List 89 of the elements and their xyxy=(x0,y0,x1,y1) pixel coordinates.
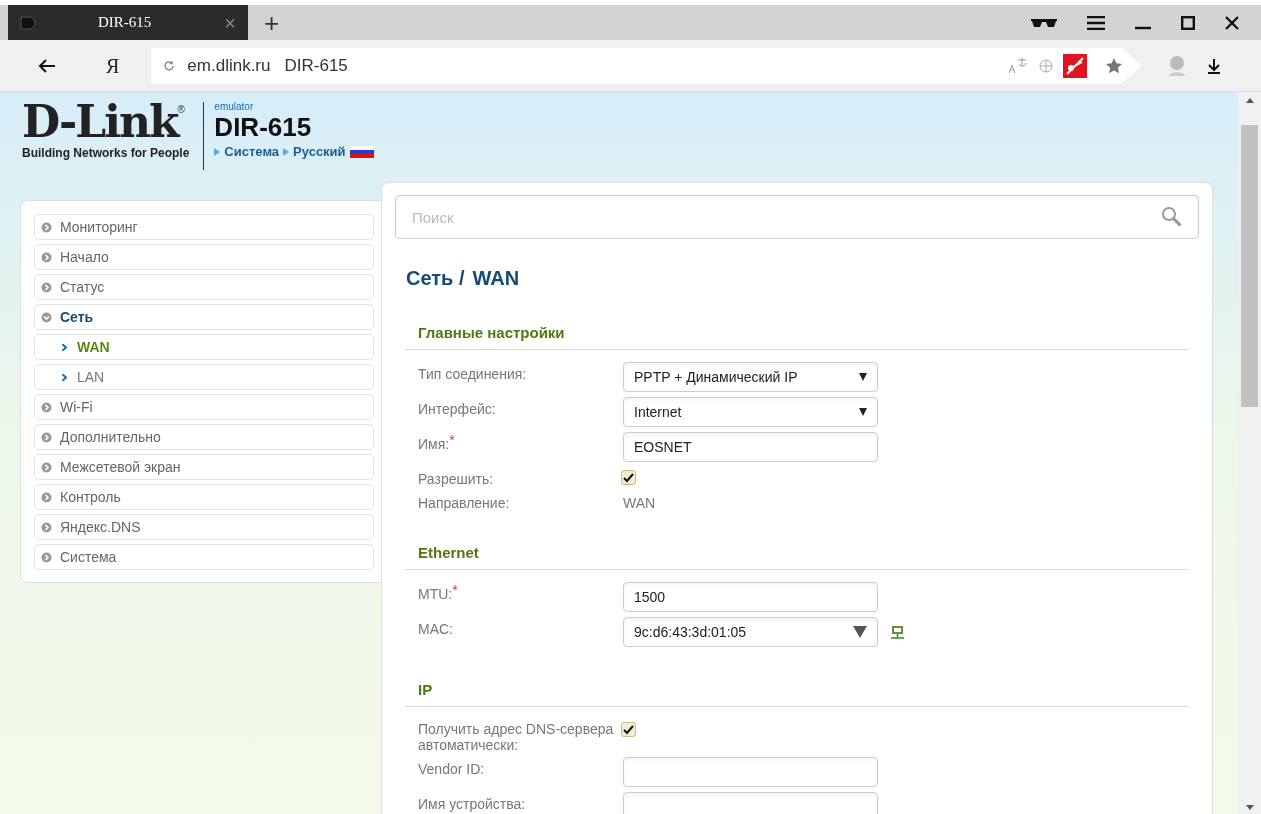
checkmark-icon xyxy=(623,724,634,735)
new-tab-button[interactable]: + xyxy=(260,5,284,40)
field-label: Имя устройства: xyxy=(418,795,526,812)
browser-logo[interactable]: Я xyxy=(106,50,120,81)
select-field[interactable]: PPTP + Динамический IP xyxy=(623,362,878,392)
breadcrumb-arrow-icon xyxy=(283,147,290,156)
sidebar-item[interactable]: Начало xyxy=(34,244,374,270)
field-value: WAN xyxy=(623,494,656,513)
expand-icon xyxy=(41,251,52,263)
sidebar-subitem[interactable]: LAN xyxy=(34,364,374,390)
breadcrumb-arrow-icon xyxy=(214,147,221,156)
checkbox[interactable] xyxy=(621,722,636,737)
scroll-thumb[interactable] xyxy=(1241,125,1258,407)
input-field[interactable]: 1500 xyxy=(623,582,878,612)
chevron-icon xyxy=(62,373,67,381)
site-logo-icon xyxy=(20,15,38,30)
star-icon[interactable] xyxy=(1105,56,1124,75)
back-arrow-icon[interactable] xyxy=(38,58,56,73)
sidebar-item[interactable]: Дополнительно xyxy=(34,424,374,450)
collapse-icon xyxy=(41,311,52,323)
required-asterisk: * xyxy=(449,432,455,448)
expand-icon xyxy=(41,461,52,473)
field-label: Интерфейс: xyxy=(418,400,496,417)
expand-icon xyxy=(41,221,52,233)
flag-icon[interactable] xyxy=(349,145,374,158)
field-label: Разрешить: xyxy=(418,470,494,487)
checkbox[interactable] xyxy=(621,470,636,485)
sidebar-item[interactable]: Мониторинг xyxy=(34,214,374,240)
glasses-icon[interactable] xyxy=(1031,17,1057,28)
section-heading: Ethernet xyxy=(417,544,479,561)
sidebar-item[interactable]: Контроль xyxy=(34,484,374,510)
dropdown-arrow-icon xyxy=(859,408,867,416)
sidebar-item[interactable]: Wi-Fi xyxy=(34,394,374,420)
dropdown-arrow-icon xyxy=(859,373,867,381)
field-label: Тип соединения: xyxy=(418,365,527,382)
key-icon[interactable] xyxy=(1063,53,1088,78)
expand-icon xyxy=(41,431,52,443)
select-field[interactable]: Internet xyxy=(623,397,878,427)
breadcrumb-link[interactable]: Русский xyxy=(293,142,346,162)
reload-icon[interactable] xyxy=(163,59,176,72)
checkmark-icon xyxy=(623,472,634,483)
dropdown-arrow-icon xyxy=(853,626,867,638)
input-field[interactable] xyxy=(623,757,878,787)
field-label: MTU: xyxy=(418,586,453,602)
expand-icon xyxy=(41,401,52,413)
expand-icon xyxy=(41,521,52,533)
url-host: em.dlink.ru xyxy=(187,54,271,77)
expand-icon xyxy=(41,491,52,503)
download-icon[interactable] xyxy=(1207,57,1222,74)
page-title-section: Сеть / xyxy=(406,263,465,293)
field-label: Имя: xyxy=(418,436,450,452)
expand-icon xyxy=(41,281,52,293)
scroll-down-icon[interactable] xyxy=(1245,805,1254,810)
search-icon[interactable] xyxy=(1161,206,1183,228)
field-label: Получить адрес DNS-сервера автоматически: xyxy=(418,720,615,753)
input-field[interactable] xyxy=(623,792,878,814)
expand-icon xyxy=(41,551,52,563)
field-label: Vendor ID: xyxy=(418,760,485,777)
network-device-icon[interactable] xyxy=(890,625,905,639)
sidebar-item[interactable]: Статус xyxy=(34,274,374,300)
scroll-up-icon[interactable] xyxy=(1245,98,1254,103)
tagline: Building Networks for People xyxy=(22,145,190,162)
emulator-label: emulator xyxy=(214,102,255,112)
address-bar[interactable]: em.dlink.ru DIR-615 xyxy=(151,47,1142,84)
menu-icon[interactable] xyxy=(1087,15,1105,30)
sidebar-subitem[interactable]: WAN xyxy=(34,334,374,360)
search-field[interactable]: Поиск xyxy=(395,195,1199,239)
section-heading: IP xyxy=(417,681,433,698)
input-field[interactable]: EOSNET xyxy=(623,432,878,462)
sidebar-item[interactable]: Система xyxy=(34,544,374,570)
required-asterisk: * xyxy=(452,582,458,598)
close-icon[interactable] xyxy=(1225,15,1239,30)
close-tab-button[interactable]: × xyxy=(224,12,236,33)
tab-title[interactable]: DIR-615 xyxy=(98,11,152,34)
sidebar-item[interactable]: Сеть xyxy=(34,304,374,330)
url-page-title: DIR-615 xyxy=(284,54,348,77)
maximize-icon[interactable] xyxy=(1181,15,1195,30)
page-title: WAN xyxy=(472,266,520,291)
model-name: DIR-615 xyxy=(214,112,313,142)
field-label: Направление: xyxy=(418,494,510,511)
section-heading: Главные настройки xyxy=(417,324,565,341)
sidebar-item[interactable]: Яндекс.DNS xyxy=(34,514,374,540)
scrollbar[interactable] xyxy=(1238,92,1261,814)
sidebar-item[interactable]: Межсетевой экран xyxy=(34,454,374,480)
chevron-icon xyxy=(62,343,67,351)
field-label: MAC: xyxy=(418,620,453,637)
breadcrumb-link[interactable]: Система xyxy=(224,142,280,162)
select-field[interactable]: 9c:d6:43:3d:01:05 xyxy=(623,617,878,647)
brand-logo: D-Link xyxy=(22,102,178,142)
